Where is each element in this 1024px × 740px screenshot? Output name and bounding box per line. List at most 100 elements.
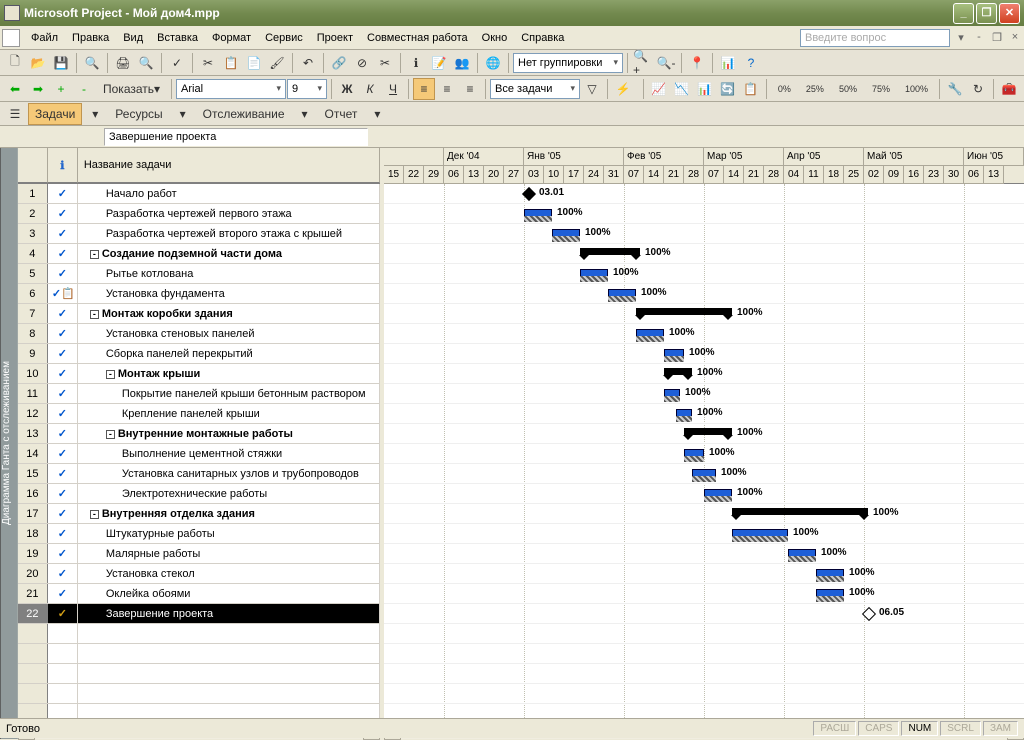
show-button[interactable]: Показать ▾: [96, 78, 167, 100]
pct-25[interactable]: 25%: [799, 78, 831, 100]
task-name-cell[interactable]: Оклейка обоями: [78, 584, 380, 603]
summary-bar[interactable]: [664, 368, 692, 375]
task-name-cell[interactable]: Выполнение цементной стяжки: [78, 444, 380, 463]
table-row[interactable]: 17 ✓ -Внутренняя отделка здания: [18, 504, 380, 524]
task-name-cell[interactable]: Установка стеновых панелей: [78, 324, 380, 343]
info-button[interactable]: ℹ: [405, 52, 427, 74]
table-row[interactable]: 7 ✓ -Монтаж коробки здания: [18, 304, 380, 324]
help-search[interactable]: Введите вопрос: [800, 29, 950, 47]
menu-tools[interactable]: Сервис: [258, 29, 310, 47]
table-row[interactable]: 14 ✓ Выполнение цементной стяжки: [18, 444, 380, 464]
spellcheck-button[interactable]: ✓: [166, 52, 188, 74]
menu-view[interactable]: Вид: [116, 29, 150, 47]
track-3[interactable]: 📊: [694, 78, 716, 100]
show-plus[interactable]: +: [50, 78, 72, 100]
milestone-marker[interactable]: [522, 187, 536, 201]
menu-collab[interactable]: Совместная работа: [360, 29, 475, 47]
restore-icon[interactable]: [2, 29, 20, 47]
task-name-cell[interactable]: Электротехнические работы: [78, 484, 380, 503]
outdent-arrow[interactable]: ⬅: [4, 78, 26, 100]
outline-toggle[interactable]: -: [90, 250, 99, 259]
help-dropdown-icon[interactable]: ▾: [954, 31, 968, 45]
table-row[interactable]: 18 ✓ Штукатурные работы: [18, 524, 380, 544]
table-row[interactable]: 3 ✓ Разработка чертежей второго этажа с …: [18, 224, 380, 244]
col-id[interactable]: [18, 148, 48, 183]
menu-format[interactable]: Формат: [205, 29, 258, 47]
table-row[interactable]: 9 ✓ Сборка панелей перекрытий: [18, 344, 380, 364]
group-combo[interactable]: Нет группировки▾: [513, 53, 623, 73]
outline-toggle[interactable]: -: [90, 310, 99, 319]
zoom-in-button[interactable]: 🔍+: [632, 52, 654, 74]
table-row[interactable]: 4 ✓ -Создание подземной части дома: [18, 244, 380, 264]
print-button[interactable]: 🖨: [112, 52, 134, 74]
underline-button[interactable]: Ч: [382, 78, 404, 100]
menu-insert[interactable]: Вставка: [150, 29, 205, 47]
task-name-cell[interactable]: Установка фундамента: [78, 284, 380, 303]
task-name-cell[interactable]: -Монтаж коробки здания: [78, 304, 380, 323]
help-button[interactable]: ?: [740, 52, 762, 74]
font-combo[interactable]: Arial▾: [176, 79, 286, 99]
task-name-cell[interactable]: Завершение проекта: [78, 604, 380, 623]
mdi-restore[interactable]: ❐: [990, 31, 1004, 45]
undo-button[interactable]: ↶: [297, 52, 319, 74]
pct-75[interactable]: 75%: [865, 78, 897, 100]
assign-button[interactable]: 👥: [451, 52, 473, 74]
outline-toggle[interactable]: -: [106, 430, 115, 439]
table-row[interactable]: 22 ✓ Завершение проекта: [18, 604, 380, 624]
menu-project[interactable]: Проект: [310, 29, 360, 47]
minimize-button[interactable]: _: [953, 3, 974, 24]
task-name-cell[interactable]: Установка санитарных узлов и трубопровод…: [78, 464, 380, 483]
table-row[interactable]: 5 ✓ Рытье котлована: [18, 264, 380, 284]
format-painter-button[interactable]: 🖌: [266, 52, 288, 74]
table-row[interactable]: 13 ✓ -Внутренние монтажные работы: [18, 424, 380, 444]
track-4[interactable]: 🔄: [717, 78, 739, 100]
cut-button[interactable]: ✂: [197, 52, 219, 74]
split-button[interactable]: ✂: [374, 52, 396, 74]
task-name-cell[interactable]: Установка стекол: [78, 564, 380, 583]
mdi-minimize[interactable]: -: [972, 31, 986, 45]
summary-bar[interactable]: [636, 308, 732, 315]
autofilter-button[interactable]: ▽: [581, 78, 603, 100]
table-row[interactable]: 12 ✓ Крепление панелей крыши: [18, 404, 380, 424]
pct-100[interactable]: 100%: [898, 78, 935, 100]
mdi-close[interactable]: ×: [1008, 31, 1022, 45]
menu-file[interactable]: Файл: [24, 29, 65, 47]
task-name-cell[interactable]: Разработка чертежей второго этажа с крыш…: [78, 224, 380, 243]
summary-bar[interactable]: [684, 428, 732, 435]
report-view-button[interactable]: Отчет: [318, 103, 365, 125]
unlink-button[interactable]: ⊘: [351, 52, 373, 74]
bold-button[interactable]: Ж: [336, 78, 358, 100]
track-5[interactable]: 📋: [740, 78, 762, 100]
col-indicators[interactable]: ℹ: [48, 148, 78, 183]
task-name-cell[interactable]: -Внутренние монтажные работы: [78, 424, 380, 443]
task-name-cell[interactable]: Начало работ: [78, 184, 380, 203]
task-name-cell[interactable]: -Внутренняя отделка здания: [78, 504, 380, 523]
table-row[interactable]: 16 ✓ Электротехнические работы: [18, 484, 380, 504]
reschedule-button[interactable]: ↻: [967, 78, 989, 100]
size-combo[interactable]: 9▾: [287, 79, 327, 99]
menu-edit[interactable]: Правка: [65, 29, 116, 47]
task-name-cell[interactable]: Малярные работы: [78, 544, 380, 563]
task-name-cell[interactable]: -Создание подземной части дома: [78, 244, 380, 263]
paste-button[interactable]: 📄: [243, 52, 265, 74]
tasks-view-button[interactable]: Задачи: [28, 103, 82, 125]
outline-toggle[interactable]: -: [90, 510, 99, 519]
gantt-wizard-button[interactable]: ⚡: [612, 78, 634, 100]
tasks-dropdown[interactable]: ▾: [84, 103, 106, 125]
summary-bar[interactable]: [732, 508, 868, 515]
task-name-cell[interactable]: Штукатурные работы: [78, 524, 380, 543]
task-name-cell[interactable]: Крепление панелей крыши: [78, 404, 380, 423]
wizard-button[interactable]: 📊: [717, 52, 739, 74]
track-1[interactable]: 📈: [648, 78, 670, 100]
gantt-body[interactable]: 03.01100%100%100%100%100%100%100%100%100…: [384, 184, 1024, 722]
close-button[interactable]: ✕: [999, 3, 1020, 24]
entry-cell[interactable]: Завершение проекта: [104, 128, 368, 146]
table-row[interactable]: 10 ✓ -Монтаж крыши: [18, 364, 380, 384]
report-dropdown[interactable]: ▾: [366, 103, 388, 125]
new-button[interactable]: 🗋: [4, 52, 26, 74]
tracking-view-button[interactable]: Отслеживание: [196, 103, 292, 125]
menu-help[interactable]: Справка: [514, 29, 571, 47]
publish-button[interactable]: 🌐: [482, 52, 504, 74]
table-row[interactable]: 8 ✓ Установка стеновых панелей: [18, 324, 380, 344]
preview-button[interactable]: 🔍: [135, 52, 157, 74]
